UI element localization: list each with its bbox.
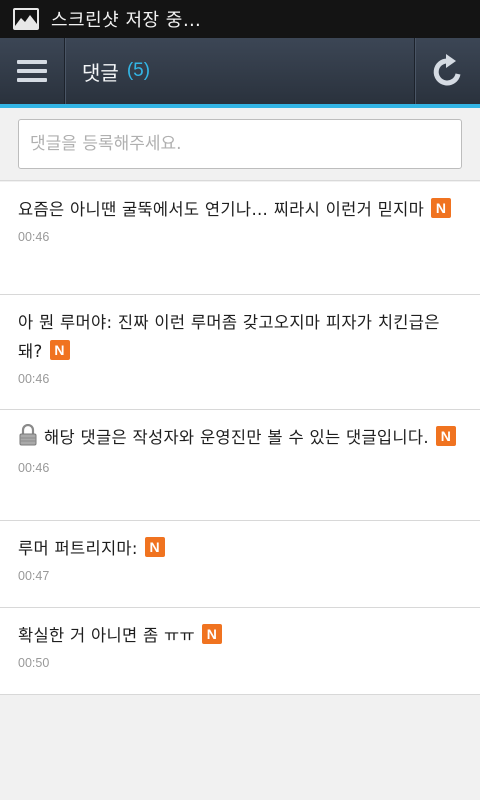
comment-text: 해당 댓글은 작성자와 운영진만 볼 수 있는 댓글입니다. N	[18, 423, 462, 455]
new-badge: N	[144, 537, 165, 557]
comment-text: 확실한 거 아니면 좀 ㅠㅠ N	[18, 621, 462, 650]
comment-item[interactable]: 아 뭔 루머야: 진짜 이런 루머좀 갖고오지마 피자가 치킨급은 돼? N 00…	[0, 295, 480, 410]
new-badge: N	[431, 198, 452, 218]
comment-text: 아 뭔 루머야: 진짜 이런 루머좀 갖고오지마 피자가 치킨급은 돼? N	[18, 308, 462, 366]
comment-time: 00:46	[18, 461, 50, 475]
comment-text: 루머 퍼트리지마: N	[18, 534, 462, 563]
new-badge: N	[435, 426, 456, 446]
title-area: 댓글 (5)	[65, 38, 414, 104]
status-text: 스크린샷 저장 중…	[51, 10, 202, 31]
new-badge: N	[49, 340, 70, 360]
image-icon	[13, 8, 39, 30]
menu-icon	[17, 60, 47, 82]
status-bar: 스크린샷 저장 중…	[0, 0, 480, 38]
comment-time: 00:46	[18, 230, 50, 244]
new-badge: N	[201, 624, 222, 644]
refresh-icon	[433, 54, 460, 86]
comment-item[interactable]: 확실한 거 아니면 좀 ㅠㅠ N 00:50	[0, 608, 480, 695]
comment-time: 00:46	[18, 372, 50, 386]
comment-text: 요즘은 아니땐 굴뚝에서도 연기나… 찌라시 이런거 믿지마 N	[18, 195, 462, 224]
refresh-button[interactable]	[414, 38, 480, 104]
comment-input-area	[0, 108, 480, 181]
app-bar: 댓글 (5)	[0, 38, 480, 104]
comment-count: (5)	[126, 60, 151, 81]
comment-item[interactable]: 루머 퍼트리지마: N 00:47	[0, 521, 480, 608]
comment-item[interactable]: 해당 댓글은 작성자와 운영진만 볼 수 있는 댓글입니다. N 00:46	[0, 410, 480, 521]
comment-body: 확실한 거 아니면 좀 ㅠㅠ	[18, 626, 195, 645]
comment-body: 아 뭔 루머야: 진짜 이런 루머좀 갖고오지마 피자가 치킨급은 돼?	[18, 313, 440, 361]
comment-body: 요즘은 아니땐 굴뚝에서도 연기나… 찌라시 이런거 믿지마	[18, 200, 425, 219]
comment-input[interactable]	[18, 119, 462, 169]
page-title: 댓글	[82, 62, 119, 85]
comment-time: 00:47	[18, 569, 50, 583]
menu-button[interactable]	[0, 38, 65, 104]
comment-body: 루머 퍼트리지마:	[18, 539, 138, 558]
comment-item[interactable]: 요즘은 아니땐 굴뚝에서도 연기나… 찌라시 이런거 믿지마 N 00:46	[0, 182, 480, 295]
comment-time: 00:50	[18, 656, 50, 670]
comment-body: 해당 댓글은 작성자와 운영진만 볼 수 있는 댓글입니다.	[44, 428, 429, 447]
lock-icon	[18, 423, 38, 455]
